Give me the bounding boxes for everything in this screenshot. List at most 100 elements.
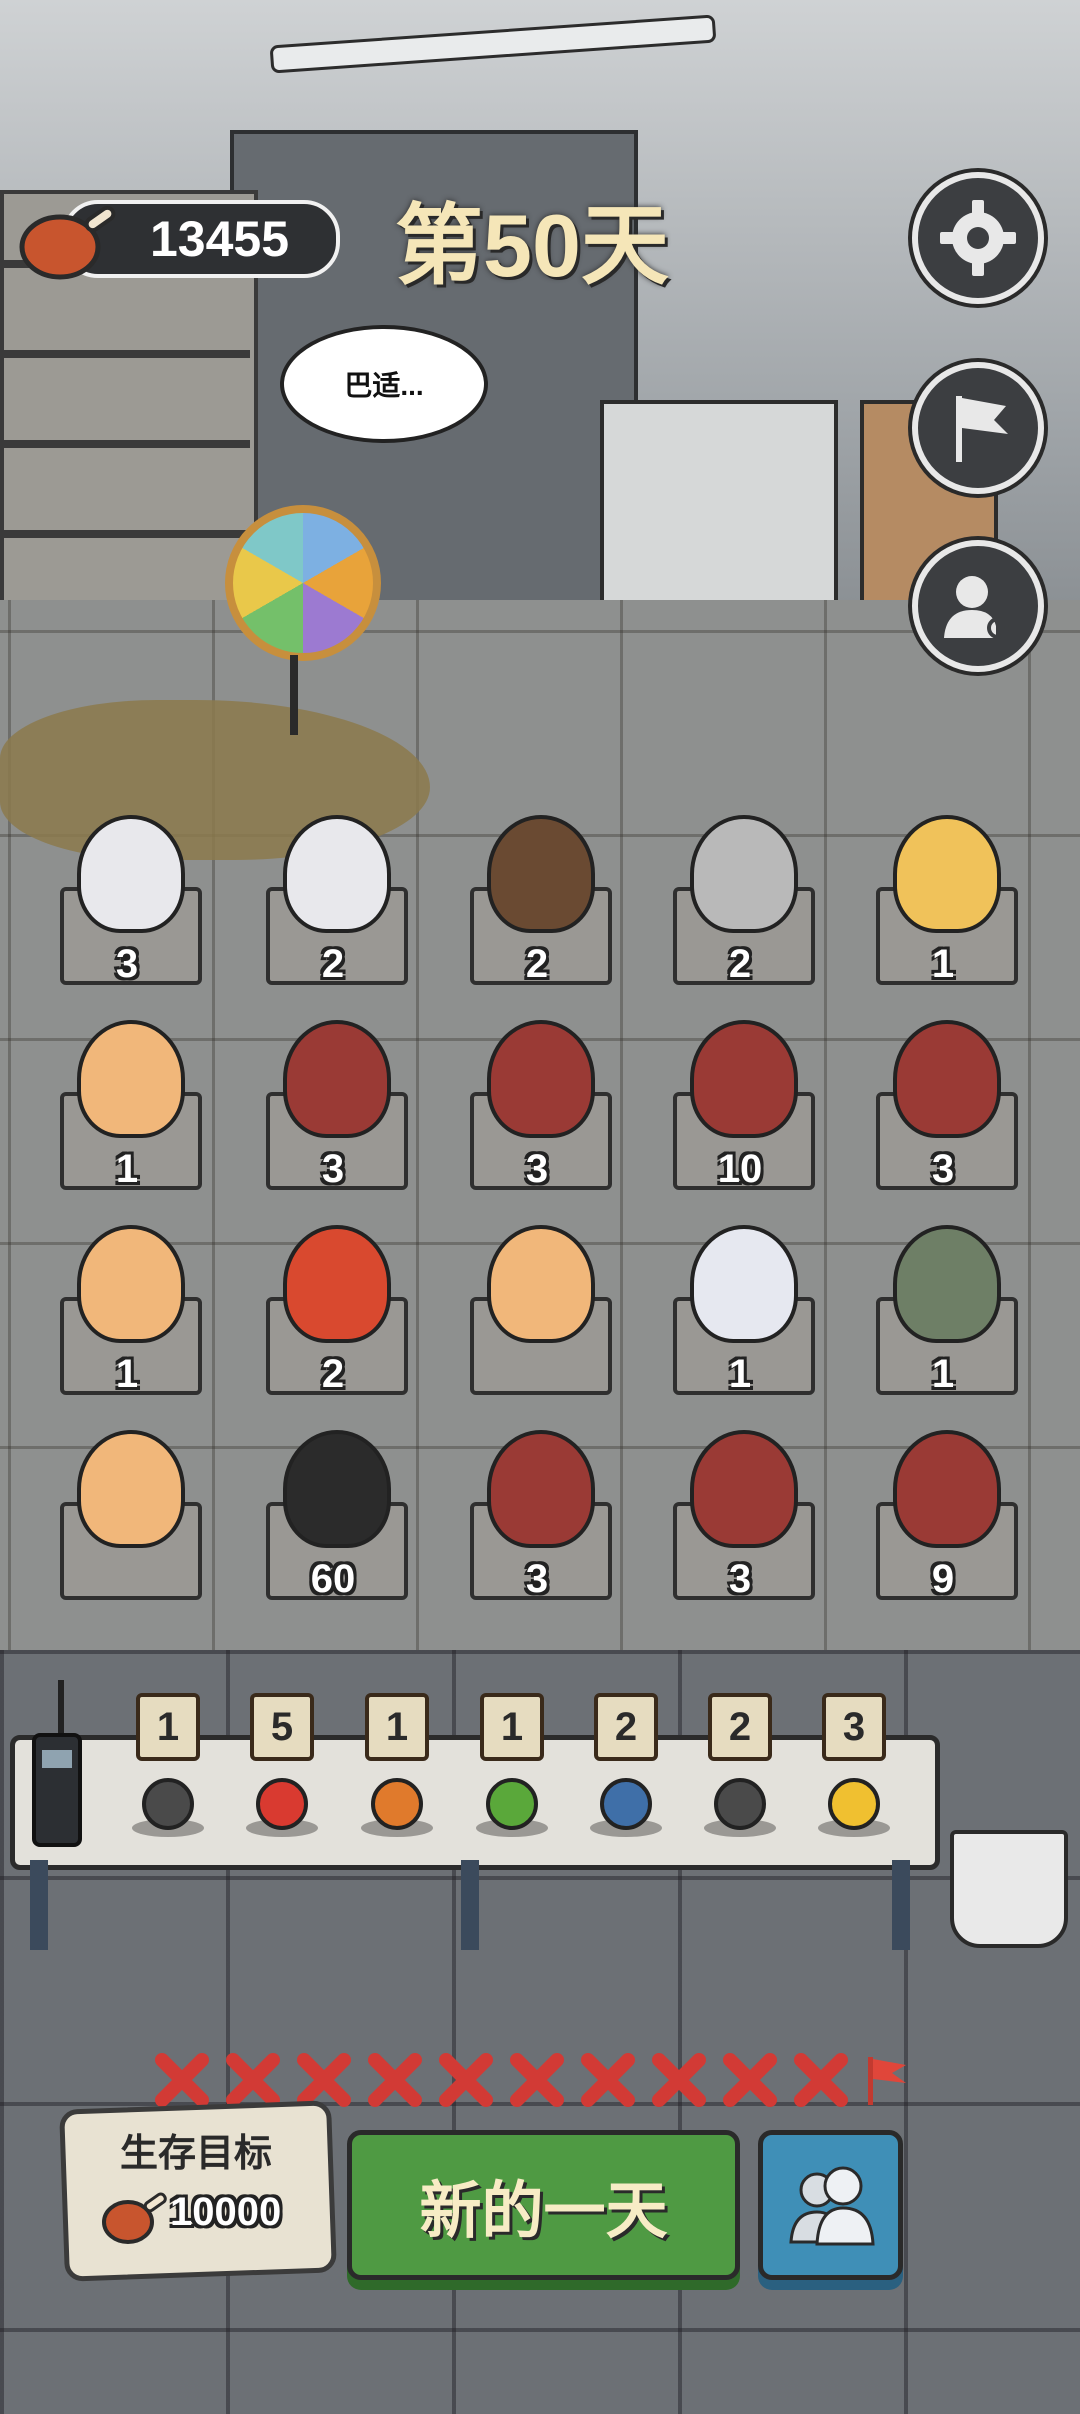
x-mark-icon: [652, 2053, 706, 2107]
character-count: 3: [525, 1557, 549, 1601]
item-count-badge: 1: [136, 1693, 200, 1761]
character-slot[interactable]: [452, 1205, 622, 1405]
gold-ore-icon[interactable]: [814, 1770, 894, 1840]
red-dragon-avatar: [893, 1020, 1001, 1138]
new-day-button[interactable]: 新的一天: [347, 2130, 740, 2280]
character-slot[interactable]: 2: [248, 1205, 418, 1405]
prize-wheel-stand: [290, 655, 298, 735]
character-count: 3: [728, 1557, 752, 1601]
red-dragon-avatar: [690, 1430, 798, 1548]
ghost-avatar: [690, 1225, 798, 1343]
character-count: 10: [717, 1147, 763, 1191]
character-count: 3: [321, 1147, 345, 1191]
basketball-icon[interactable]: [357, 1770, 437, 1840]
profile-search-button[interactable]: [912, 540, 1044, 672]
meat-icon: [102, 2192, 167, 2244]
character-count: 2: [728, 942, 752, 986]
red-dragon-avatar: [283, 1020, 391, 1138]
settings-button[interactable]: [912, 172, 1044, 304]
x-mark-icon: [155, 2053, 209, 2107]
character-slot[interactable]: 3: [452, 1000, 622, 1200]
character-slot[interactable]: 3: [248, 1000, 418, 1200]
curly-haired-girl-avatar: [77, 1430, 185, 1548]
knife-icon[interactable]: [700, 1770, 780, 1840]
white-haired-girl-avatar: [77, 815, 185, 933]
old-miner-avatar: [690, 815, 798, 933]
x-mark-icon: [439, 2053, 493, 2107]
character-count: 2: [321, 1352, 345, 1396]
item-count-badge: 2: [594, 1693, 658, 1761]
backpack-icon[interactable]: [586, 1770, 666, 1840]
boot-icon[interactable]: [128, 1770, 208, 1840]
white-haired-girl-avatar: [283, 815, 391, 933]
character-slot[interactable]: 3: [858, 1000, 1028, 1200]
item-count-badge: 5: [250, 1693, 314, 1761]
rainbow-clown-avatar: [283, 1225, 391, 1343]
flag-button[interactable]: [912, 362, 1044, 494]
character-count: 1: [115, 1352, 139, 1396]
character-slot[interactable]: 3: [42, 795, 212, 995]
red-dragon-avatar: [690, 1020, 798, 1138]
character-slot[interactable]: 1: [858, 1205, 1028, 1405]
blonde-girl-avatar: [893, 815, 1001, 933]
herb-leaf-icon[interactable]: [472, 1770, 552, 1840]
robot-avatar: [893, 1225, 1001, 1343]
meat-icon: [19, 205, 116, 280]
character-slot[interactable]: 1: [42, 1205, 212, 1405]
character-count: 2: [321, 942, 345, 986]
character-count: 3: [931, 1147, 955, 1191]
character-slot[interactable]: 3: [655, 1410, 825, 1610]
x-mark-icon: [581, 2053, 635, 2107]
character-count: 1: [931, 1352, 955, 1396]
x-mark-icon: [723, 2053, 777, 2107]
people-button[interactable]: [758, 2130, 903, 2280]
user-search-icon: [944, 576, 1009, 639]
survival-goal-title: 生存目标: [120, 2133, 273, 2175]
character-slot[interactable]: 1: [655, 1205, 825, 1405]
character-slot[interactable]: 2: [655, 795, 825, 995]
character-count: 1: [115, 1147, 139, 1191]
x-mark-icon: [226, 2053, 280, 2107]
character-count: 2: [525, 942, 549, 986]
people-icon: [788, 2166, 875, 2246]
flag-icon: [956, 396, 1008, 462]
character-slot[interactable]: [42, 1410, 212, 1610]
curly-haired-girl-avatar: [77, 1225, 185, 1343]
item-count-badge: 3: [822, 1693, 886, 1761]
red-crystal-icon[interactable]: [242, 1770, 322, 1840]
item-count-badge: 1: [365, 1693, 429, 1761]
currency-value: 13455: [150, 211, 290, 267]
character-count: 3: [115, 942, 139, 986]
new-day-label: 新的一天: [419, 2177, 668, 2246]
item-count-badge: 2: [708, 1693, 772, 1761]
character-slot[interactable]: 1: [858, 795, 1028, 995]
survival-goal-value: 10000: [170, 2190, 282, 2234]
character-slot[interactable]: 1: [42, 1000, 212, 1200]
curly-haired-girl-avatar: [77, 1020, 185, 1138]
character-count: 3: [525, 1147, 549, 1191]
character-slot[interactable]: 60: [248, 1410, 418, 1610]
character-slot[interactable]: 3: [452, 1410, 622, 1610]
red-dragon-avatar: [487, 1020, 595, 1138]
character-slot[interactable]: 2: [452, 795, 622, 995]
red-dragon-avatar: [487, 1430, 595, 1548]
x-mark-icon: [368, 2053, 422, 2107]
bearded-man-avatar: [487, 815, 595, 933]
character-slot[interactable]: 10: [655, 1000, 825, 1200]
item-count-badge: 1: [480, 1693, 544, 1761]
walkie-talkie-icon[interactable]: [30, 1680, 85, 1850]
x-mark-icon: [794, 2053, 848, 2107]
character-count: 1: [931, 942, 955, 986]
school-boy-avatar: [283, 1430, 391, 1548]
character-count: 1: [728, 1352, 752, 1396]
speech-bubble: 巴适...: [280, 325, 488, 443]
red-dragon-avatar: [893, 1430, 1001, 1548]
character-count: 9: [931, 1557, 955, 1601]
character-slot[interactable]: 9: [858, 1410, 1028, 1610]
metal-bucket: [950, 1830, 1068, 1948]
gear-icon: [940, 200, 1016, 276]
prize-wheel[interactable]: [225, 505, 381, 661]
red-flag-icon: [868, 2057, 906, 2105]
character-slot[interactable]: 2: [248, 795, 418, 995]
character-count: 60: [310, 1557, 356, 1601]
